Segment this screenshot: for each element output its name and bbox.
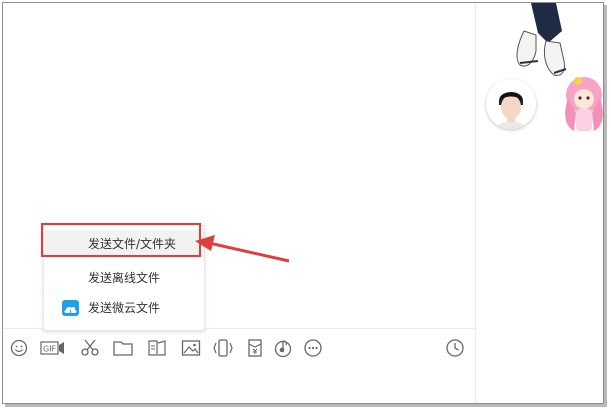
folder-icon[interactable]	[111, 336, 135, 360]
emoji-icon[interactable]	[7, 336, 31, 360]
red-packet-icon[interactable]	[243, 336, 267, 360]
menu-item-send-weiyun-file[interactable]: 发送微云文件	[44, 294, 204, 322]
chat-window: GIF 发送文件/文件夹 发送离线文件 发送微云文件	[2, 2, 604, 404]
shake-icon[interactable]	[211, 336, 235, 360]
scissors-icon[interactable]	[78, 336, 102, 360]
more-icon[interactable]	[301, 336, 325, 360]
menu-item-send-offline-file[interactable]: 发送离线文件	[44, 264, 204, 292]
gif-icon[interactable]: GIF	[39, 336, 67, 360]
chat-message-area[interactable]	[3, 3, 475, 403]
contact-avatar[interactable]	[486, 79, 536, 129]
anime-girl-sticker	[565, 77, 603, 131]
menu-item-label: 发送微云文件	[88, 301, 161, 315]
chat-show-panel	[476, 3, 603, 403]
weiyun-cloud-icon	[62, 300, 79, 316]
image-icon[interactable]	[179, 336, 203, 360]
menu-item-label: 发送离线文件	[88, 271, 161, 285]
avatar-portrait	[486, 79, 536, 129]
image-text-icon[interactable]	[145, 336, 169, 360]
music-icon[interactable]	[271, 336, 295, 360]
gif-label: GIF	[43, 345, 57, 354]
highlight-box-annotation	[41, 223, 201, 257]
red-arrow-annotation	[195, 235, 290, 263]
history-clock-icon[interactable]	[443, 336, 467, 360]
